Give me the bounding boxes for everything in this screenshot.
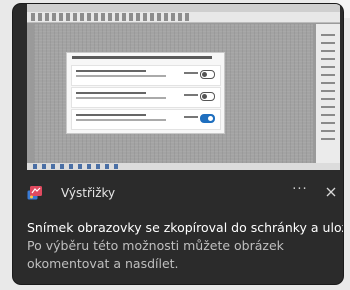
notification-body: Po výběru této možnosti můžete obrázek o… <box>27 238 284 271</box>
thumbnail-toggle-on <box>200 114 215 123</box>
app-name: Výstřižky <box>61 186 116 200</box>
thumbnail-dialog-title <box>72 56 212 59</box>
thumbnail-dialog-row <box>71 65 221 86</box>
more-options-icon[interactable]: ··· <box>291 182 309 202</box>
thumbnail-toggle-off <box>200 70 215 79</box>
row-text <box>76 70 146 72</box>
thumbnail-toolbar-icons <box>31 13 191 21</box>
row-subtext <box>76 119 166 121</box>
thumbnail-canvas <box>34 24 313 164</box>
thumbnail-toolbar <box>27 12 340 23</box>
thumbnail-dialog <box>66 52 225 134</box>
notification-header: Výstřižky ··· <box>27 182 336 204</box>
thumbnail-dialog-row <box>71 87 221 108</box>
notification-title: Snímek obrazovky se zkopíroval do schrán… <box>27 220 343 235</box>
row-text <box>76 114 146 116</box>
row-subtext <box>76 97 166 99</box>
row-state-text <box>184 94 198 96</box>
thumbnail-taskbar-icons <box>33 164 123 169</box>
row-state-text <box>184 116 198 118</box>
thumbnail-toggle-off <box>200 92 215 101</box>
thumbnail-title-bar <box>27 4 340 12</box>
row-subtext <box>76 75 166 77</box>
thumbnail-side-icons <box>321 34 335 144</box>
thumbnail-side-panel <box>316 24 340 164</box>
close-icon[interactable] <box>323 184 339 200</box>
snip-notification-toast[interactable]: Výstřižky ··· Snímek obrazovky se zkopír… <box>13 4 343 284</box>
snipping-tool-icon <box>27 185 43 201</box>
screenshot-thumbnail[interactable] <box>27 4 340 170</box>
row-text <box>76 92 146 94</box>
thumbnail-dialog-row <box>71 109 221 130</box>
row-state-text <box>184 72 198 74</box>
thumbnail-taskbar <box>27 163 340 170</box>
